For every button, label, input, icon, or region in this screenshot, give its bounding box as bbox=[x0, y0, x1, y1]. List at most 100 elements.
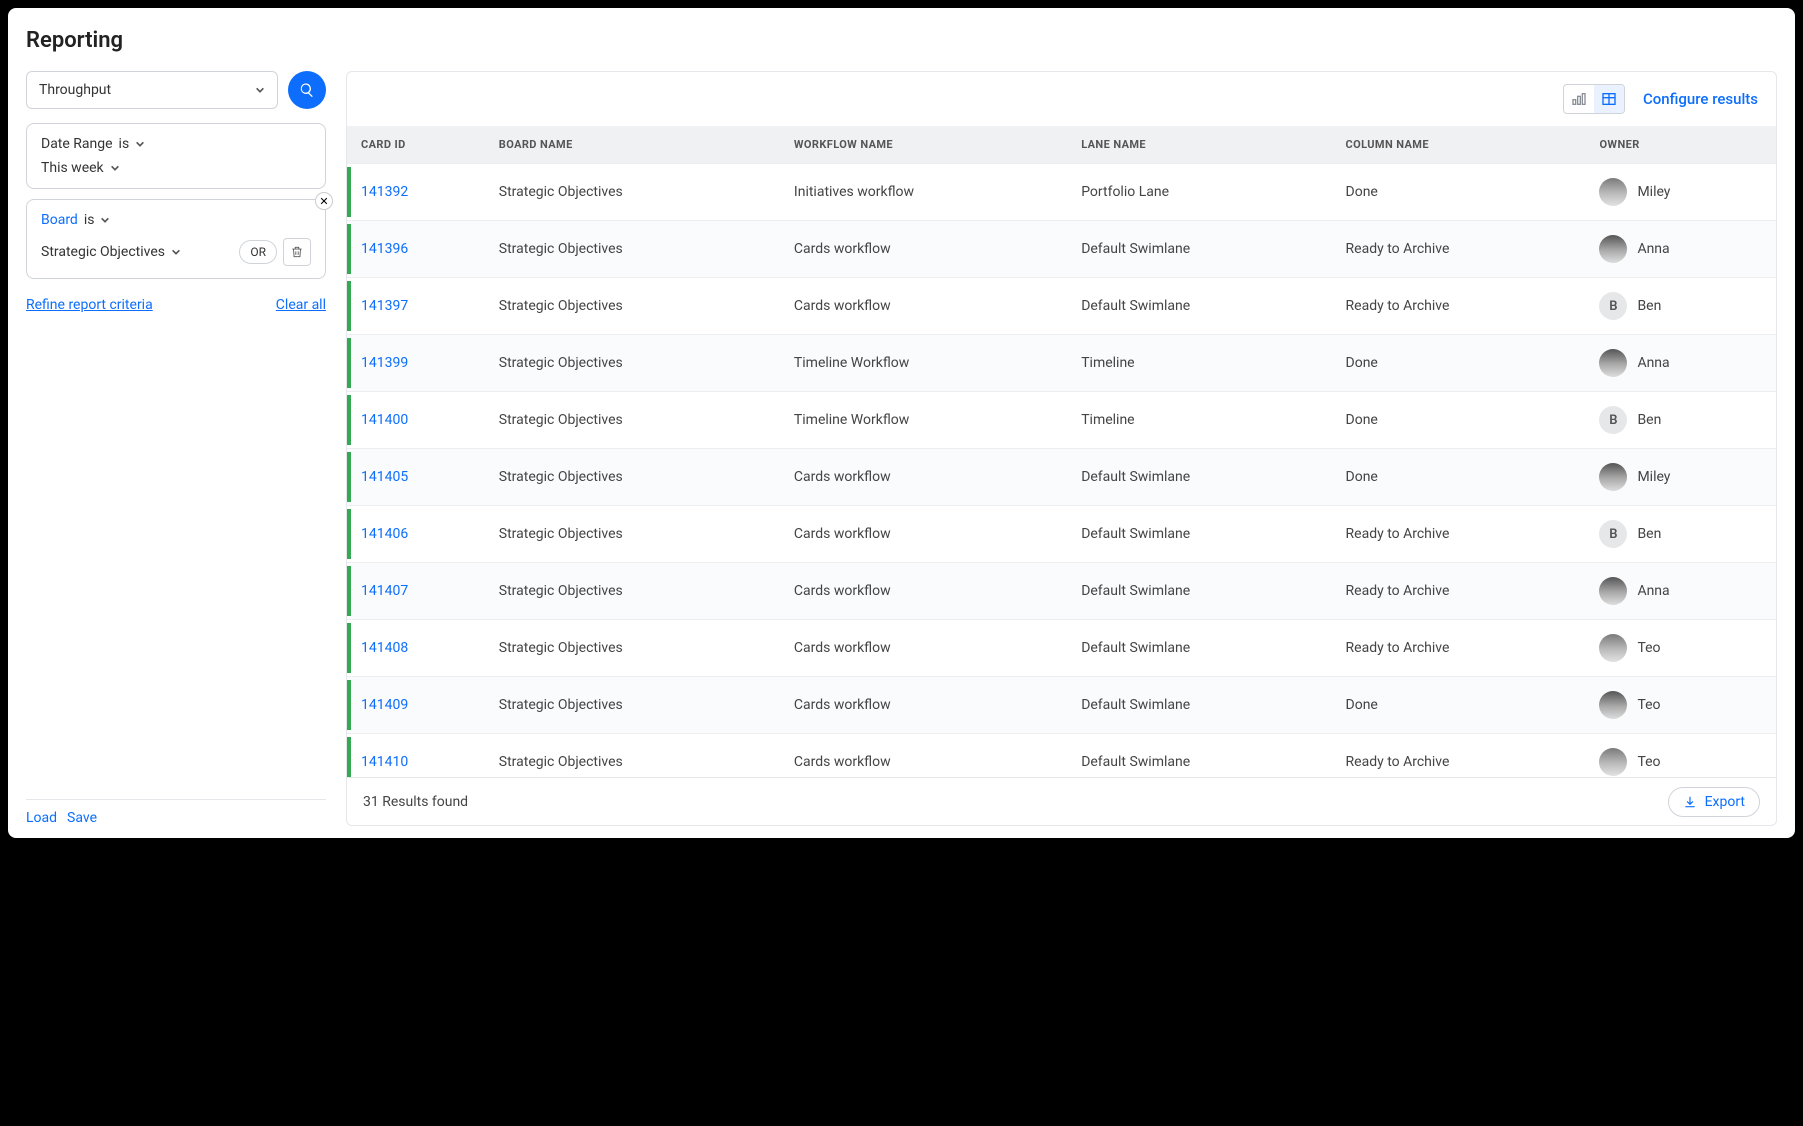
filter-board-field[interactable]: Board is bbox=[41, 212, 311, 228]
owner-name: Teo bbox=[1637, 697, 1660, 713]
cell-column-name: Ready to Archive bbox=[1336, 563, 1590, 620]
results-footer: 31 Results found Export bbox=[347, 777, 1776, 825]
chevron-down-icon bbox=[255, 85, 265, 95]
table-row: 141392Strategic ObjectivesInitiatives wo… bbox=[347, 164, 1776, 221]
or-button[interactable]: OR bbox=[239, 240, 277, 264]
avatar bbox=[1599, 349, 1627, 377]
cell-column-name: Ready to Archive bbox=[1336, 620, 1590, 677]
report-type-select[interactable]: Throughput bbox=[26, 71, 278, 109]
cell-column-name: Done bbox=[1336, 677, 1590, 734]
cell-board-name: Strategic Objectives bbox=[489, 449, 784, 506]
owner-name: Ben bbox=[1637, 412, 1661, 428]
report-select-row: Throughput bbox=[26, 71, 326, 109]
cell-workflow-name: Cards workflow bbox=[784, 221, 1071, 278]
owner-name: Anna bbox=[1637, 355, 1669, 371]
col-workflow-name[interactable]: WORKFLOW NAME bbox=[784, 126, 1071, 164]
filter-board-value-text: Strategic Objectives bbox=[41, 244, 165, 260]
filter-board-value[interactable]: Strategic Objectives bbox=[41, 244, 181, 260]
filter-board: ✕ Board is Strategic Objectives OR bbox=[26, 199, 326, 279]
cell-owner: Miley bbox=[1589, 164, 1776, 221]
results-table: CARD ID BOARD NAME WORKFLOW NAME LANE NA… bbox=[347, 126, 1776, 777]
owner-name: Ben bbox=[1637, 526, 1661, 542]
col-lane-name[interactable]: LANE NAME bbox=[1071, 126, 1335, 164]
cell-board-name: Strategic Objectives bbox=[489, 164, 784, 221]
cell-workflow-name: Timeline Workflow bbox=[784, 335, 1071, 392]
col-board-name[interactable]: BOARD NAME bbox=[489, 126, 784, 164]
chevron-down-icon bbox=[171, 247, 181, 257]
card-id-link[interactable]: 141397 bbox=[361, 298, 408, 314]
table-row: 141405Strategic ObjectivesCards workflow… bbox=[347, 449, 1776, 506]
cell-workflow-name: Timeline Workflow bbox=[784, 392, 1071, 449]
configure-results-link[interactable]: Configure results bbox=[1643, 90, 1758, 108]
filter-date-range-label: Date Range bbox=[41, 136, 113, 152]
card-id-link[interactable]: 141400 bbox=[361, 412, 408, 428]
card-id-link[interactable]: 141392 bbox=[361, 184, 408, 200]
remove-filter-button[interactable]: ✕ bbox=[315, 192, 333, 210]
filter-date-range-value[interactable]: This week bbox=[41, 160, 311, 176]
close-icon: ✕ bbox=[319, 195, 328, 208]
clear-all-link[interactable]: Clear all bbox=[276, 297, 326, 313]
col-card-id[interactable]: CARD ID bbox=[351, 126, 489, 164]
owner-name: Ben bbox=[1637, 298, 1661, 314]
cell-lane-name: Default Swimlane bbox=[1071, 506, 1335, 563]
card-id-link[interactable]: 141396 bbox=[361, 241, 408, 257]
cell-column-name: Done bbox=[1336, 335, 1590, 392]
export-label: Export bbox=[1705, 794, 1745, 810]
owner-name: Teo bbox=[1637, 754, 1660, 770]
cell-column-name: Done bbox=[1336, 392, 1590, 449]
cell-owner: Miley bbox=[1589, 449, 1776, 506]
card-id-link[interactable]: 141405 bbox=[361, 469, 408, 485]
avatar: B bbox=[1599, 406, 1627, 434]
load-button[interactable]: Load bbox=[26, 810, 57, 826]
cell-column-name: Ready to Archive bbox=[1336, 278, 1590, 335]
cell-lane-name: Timeline bbox=[1071, 335, 1335, 392]
card-id-link[interactable]: 141406 bbox=[361, 526, 408, 542]
filter-date-range-field[interactable]: Date Range is bbox=[41, 136, 311, 152]
col-column-name[interactable]: COLUMN NAME bbox=[1336, 126, 1590, 164]
cell-owner: Teo bbox=[1589, 620, 1776, 677]
view-table-button[interactable] bbox=[1594, 85, 1624, 113]
cell-owner: Teo bbox=[1589, 677, 1776, 734]
cell-card-id: 141407 bbox=[351, 563, 489, 620]
cell-lane-name: Default Swimlane bbox=[1071, 677, 1335, 734]
view-chart-button[interactable] bbox=[1564, 85, 1594, 113]
cell-lane-name: Portfolio Lane bbox=[1071, 164, 1335, 221]
owner-name: Anna bbox=[1637, 583, 1669, 599]
cell-column-name: Ready to Archive bbox=[1336, 734, 1590, 778]
cell-card-id: 141400 bbox=[351, 392, 489, 449]
cell-card-id: 141396 bbox=[351, 221, 489, 278]
filter-date-range-op: is bbox=[119, 136, 130, 152]
results-table-wrap[interactable]: CARD ID BOARD NAME WORKFLOW NAME LANE NA… bbox=[347, 126, 1776, 777]
cell-owner: Teo bbox=[1589, 734, 1776, 778]
page-title: Reporting bbox=[26, 28, 1777, 53]
card-id-link[interactable]: 141409 bbox=[361, 697, 408, 713]
card-id-link[interactable]: 141408 bbox=[361, 640, 408, 656]
cell-card-id: 141399 bbox=[351, 335, 489, 392]
cell-card-id: 141409 bbox=[351, 677, 489, 734]
cell-board-name: Strategic Objectives bbox=[489, 677, 784, 734]
refine-criteria-link[interactable]: Refine report criteria bbox=[26, 297, 153, 313]
search-icon bbox=[299, 82, 315, 98]
cell-card-id: 141405 bbox=[351, 449, 489, 506]
cell-lane-name: Default Swimlane bbox=[1071, 620, 1335, 677]
export-button[interactable]: Export bbox=[1668, 787, 1760, 817]
cell-board-name: Strategic Objectives bbox=[489, 221, 784, 278]
report-type-value: Throughput bbox=[39, 82, 111, 98]
app-window: Reporting Throughput Date Range is bbox=[8, 8, 1795, 838]
cell-column-name: Done bbox=[1336, 449, 1590, 506]
card-id-link[interactable]: 141407 bbox=[361, 583, 408, 599]
card-id-link[interactable]: 141410 bbox=[361, 754, 408, 770]
table-row: 141399Strategic ObjectivesTimeline Workf… bbox=[347, 335, 1776, 392]
filter-board-actions: OR bbox=[239, 238, 311, 266]
cell-owner: Anna bbox=[1589, 221, 1776, 278]
owner-name: Teo bbox=[1637, 640, 1660, 656]
col-owner[interactable]: OWNER bbox=[1589, 126, 1776, 164]
save-button[interactable]: Save bbox=[67, 810, 97, 826]
search-button[interactable] bbox=[288, 71, 326, 109]
delete-filter-button[interactable] bbox=[283, 238, 311, 266]
table-row: 141407Strategic ObjectivesCards workflow… bbox=[347, 563, 1776, 620]
card-id-link[interactable]: 141399 bbox=[361, 355, 408, 371]
cell-workflow-name: Cards workflow bbox=[784, 620, 1071, 677]
results-count: 31 Results found bbox=[363, 794, 468, 810]
cell-card-id: 141406 bbox=[351, 506, 489, 563]
